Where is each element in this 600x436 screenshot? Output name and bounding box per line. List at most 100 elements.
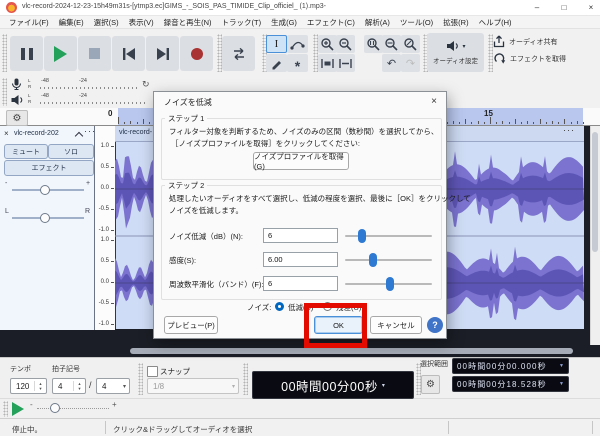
toolbar-grip[interactable]: [243, 363, 248, 395]
timeline-options-button[interactable]: ⚙: [6, 110, 28, 126]
stop-button[interactable]: [78, 36, 111, 71]
menu-item-0[interactable]: ファイル(F): [4, 17, 54, 28]
pan-slider-knob[interactable]: [40, 213, 50, 223]
loop-button[interactable]: [222, 36, 255, 71]
close-button[interactable]: ×: [579, 0, 600, 15]
pan-left-label: L: [5, 208, 9, 215]
audio-setup-button[interactable]: ▾ オーディオ設定: [427, 33, 484, 72]
frequency-smoothing-input[interactable]: 6: [263, 276, 338, 291]
zoom-selection-button[interactable]: [364, 35, 383, 53]
play-button[interactable]: [44, 36, 77, 71]
toolbar-grip[interactable]: [138, 363, 143, 395]
selection-start-display[interactable]: 00時間00分00.000秒 ▼: [452, 358, 569, 374]
snap-interval-select[interactable]: 1/8 ▾: [147, 378, 239, 394]
multi-tool-button[interactable]: *: [287, 54, 308, 73]
timesig-spin-arrows[interactable]: ▴ ▾: [73, 381, 85, 391]
toolbar-grip[interactable]: [3, 401, 8, 417]
track-name[interactable]: vlc-record-202: [14, 130, 59, 137]
silence-icon: [339, 58, 352, 68]
time-display[interactable]: 00時間00分00秒 ▾: [252, 371, 414, 399]
status-state: 停止中。: [12, 425, 42, 434]
record-button[interactable]: [180, 36, 213, 71]
meter-ticks: [40, 102, 148, 104]
mute-button[interactable]: ミュート: [4, 144, 48, 159]
menu-item-11[interactable]: ヘルプ(H): [474, 17, 517, 28]
sensitivity-slider-thumb[interactable]: [368, 252, 377, 267]
pause-button[interactable]: [10, 36, 43, 71]
vertical-scrollbar-thumb[interactable]: [592, 132, 598, 252]
toolbar-grip[interactable]: [2, 34, 7, 72]
amp-scale-tick: [111, 282, 114, 283]
menu-item-4[interactable]: 録音と再生(N): [159, 17, 217, 28]
solo-button[interactable]: ソロ: [48, 144, 94, 159]
tempo-input[interactable]: 120 ▴ ▾: [10, 378, 47, 394]
minimize-button[interactable]: –: [525, 0, 549, 15]
share-audio-button[interactable]: オーディオ共有: [493, 35, 558, 48]
meter-scale-label: -24: [79, 93, 87, 99]
gain-slider-knob[interactable]: [40, 185, 50, 195]
preview-button[interactable]: プレビュー(P): [164, 316, 218, 334]
zoom-fit-project-button[interactable]: [382, 35, 401, 53]
ruler-tick: [576, 120, 578, 124]
menu-item-8[interactable]: 解析(A): [360, 17, 395, 28]
silence-audio-button[interactable]: [336, 54, 355, 72]
step2-text-line1: 処理したいオーディオをすべて選択し、低減の程度を選択、最後に［OK］をクリックし…: [169, 194, 471, 203]
undo-button[interactable]: ↶: [382, 54, 401, 72]
play-at-speed-button[interactable]: [12, 402, 24, 416]
radio-reduce[interactable]: [275, 302, 284, 311]
menu-item-3[interactable]: 表示(V): [124, 17, 159, 28]
time-signature-lower-select[interactable]: 4 ▾: [96, 378, 130, 394]
selection-tool-button[interactable]: I: [266, 35, 287, 53]
menu-item-6[interactable]: 生成(G): [266, 17, 302, 28]
trim-audio-button[interactable]: [318, 54, 337, 72]
menu-item-5[interactable]: トラック(T): [217, 17, 267, 28]
sensitivity-slider-track[interactable]: [345, 259, 432, 261]
record-meter-scale[interactable]: -48 -24: [40, 78, 140, 89]
divider: [105, 421, 106, 434]
frequency-smoothing-slider-thumb[interactable]: [386, 276, 395, 291]
selection-options-button[interactable]: ⚙: [421, 375, 440, 394]
time-signature-upper-input[interactable]: 4 ▴ ▾: [52, 378, 86, 394]
noise-reduction-label: ノイズ低減（dB）(N):: [169, 232, 243, 241]
menu-item-2[interactable]: 選択(S): [89, 17, 124, 28]
cancel-button[interactable]: キャンセル: [370, 316, 422, 334]
menu-item-7[interactable]: エフェクト(C): [302, 17, 360, 28]
zoom-in-button[interactable]: [318, 35, 337, 53]
clip-menu-button[interactable]: ···: [563, 125, 575, 135]
get-noise-profile-button[interactable]: ノイズプロファイルを取得(G): [253, 152, 349, 171]
amp-scale-tick: [111, 167, 114, 168]
effects-button[interactable]: エフェクト: [4, 160, 94, 176]
skip-to-end-button[interactable]: [146, 36, 179, 71]
toolbar-grip[interactable]: [2, 78, 7, 106]
menu-item-10[interactable]: 拡張(R): [438, 17, 473, 28]
zoom-out-button[interactable]: [336, 35, 355, 53]
dialog-close-button[interactable]: ×: [426, 94, 442, 109]
redo-button[interactable]: ↷: [401, 54, 420, 72]
speed-slider-knob[interactable]: [50, 403, 60, 413]
menu-item-1[interactable]: 編集(E): [54, 17, 89, 28]
snap-checkbox[interactable]: [147, 366, 158, 377]
frequency-smoothing-label: 周波数平滑化（バンド）(F):: [169, 280, 264, 289]
sensitivity-input[interactable]: 6.00: [263, 252, 338, 267]
caret-select-icon: ▼: [559, 363, 564, 369]
zoom-toggle-button[interactable]: [401, 35, 420, 53]
track-close-button[interactable]: ×: [4, 129, 9, 138]
noise-reduction-input[interactable]: 6: [263, 228, 338, 243]
playback-meter-scale[interactable]: -48 -24: [40, 93, 148, 104]
selection-end-display[interactable]: 00時間00分18.528秒 ▼: [452, 376, 569, 392]
skip-end-icon: [156, 47, 169, 60]
skip-to-start-button[interactable]: [112, 36, 145, 71]
ruler-tick: [496, 122, 498, 124]
timesig-slash: /: [89, 380, 92, 390]
noise-reduction-slider-thumb[interactable]: [358, 228, 367, 243]
ruler-label-0: 0: [108, 109, 113, 118]
menu-item-9[interactable]: ツール(O): [395, 17, 438, 28]
envelope-tool-button[interactable]: [287, 35, 308, 53]
get-effects-button[interactable]: エフェクトを取得: [493, 52, 566, 65]
horizontal-scrollbar-thumb[interactable]: [130, 348, 573, 354]
draw-tool-button[interactable]: [266, 54, 287, 72]
help-button[interactable]: ?: [427, 317, 443, 333]
tempo-spin-arrows[interactable]: ▴ ▾: [34, 381, 46, 391]
maximize-button[interactable]: □: [552, 0, 576, 15]
track-collapse-icon[interactable]: [74, 131, 84, 141]
